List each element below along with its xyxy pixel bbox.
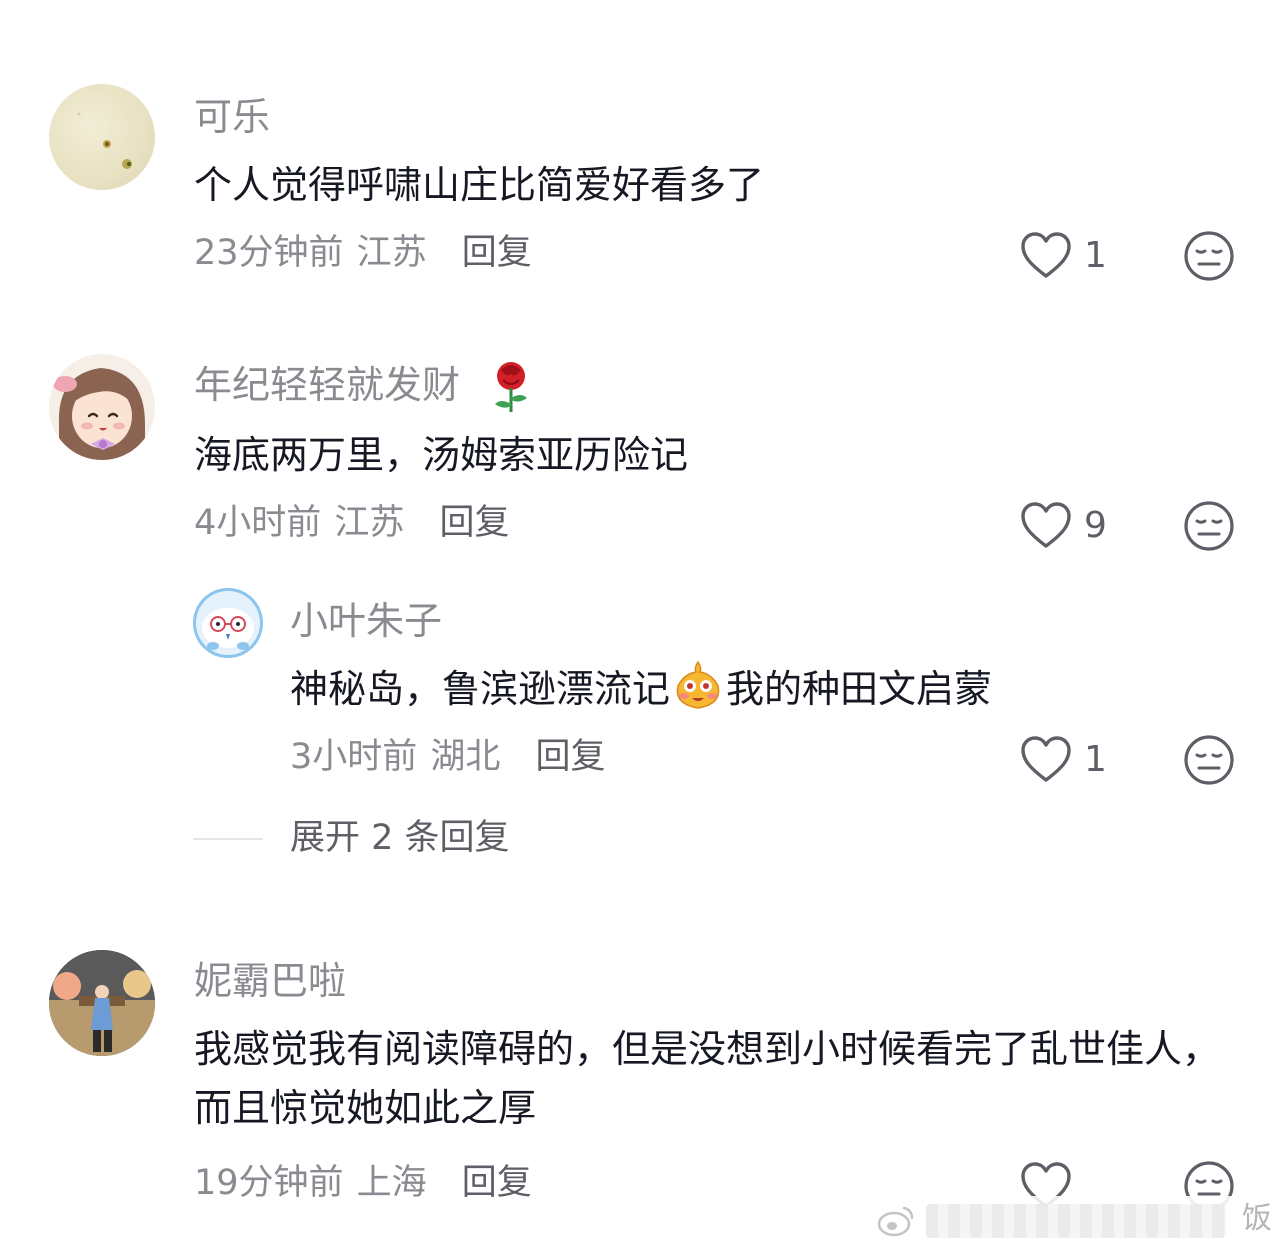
neutral-face-icon[interactable] xyxy=(1183,500,1235,552)
reply-button[interactable]: 回复 xyxy=(439,503,509,543)
weibo-logo-icon xyxy=(877,1206,914,1237)
reply-text-end: 我的种田文启蒙 xyxy=(726,667,993,711)
comment-meta: 23分钟前 江苏 回复 xyxy=(194,236,532,271)
like-count: 1 xyxy=(1084,739,1107,780)
comment-meta: 19分钟前 上海 回复 xyxy=(194,1166,532,1201)
reply-username[interactable]: 小叶朱子 xyxy=(290,602,442,640)
comment-text: 我感觉我有阅读障碍的，但是没想到小时候看完了乱世佳人，而且惊觉她如此之厚 xyxy=(194,1027,1221,1130)
neutral-face-icon[interactable] xyxy=(1183,230,1235,282)
avatar[interactable] xyxy=(49,950,155,1056)
reply-text: 神秘岛，鲁滨逊漂流记 我的种田文启蒙 xyxy=(290,660,1240,719)
comment-location: 江苏 xyxy=(334,503,405,543)
comment-username[interactable]: 妮霸巴啦 xyxy=(194,962,346,1000)
comment-text: 个人觉得呼啸山庄比简爱好看多了 xyxy=(194,163,765,207)
comment-username[interactable]: 年纪轻轻就发财 xyxy=(194,363,460,407)
reply-avatar[interactable] xyxy=(193,588,263,658)
rose-icon xyxy=(495,362,527,412)
comment-username[interactable]: 可乐 xyxy=(194,98,270,136)
reply-button[interactable]: 回复 xyxy=(462,1163,532,1203)
comment-time: 23分钟前 xyxy=(194,233,344,273)
avatar-image xyxy=(202,608,254,650)
comment-text: 海底两万里，汤姆索亚历险记 xyxy=(194,433,689,477)
like-count: 9 xyxy=(1084,505,1107,546)
neutral-face-icon[interactable] xyxy=(1183,734,1235,786)
reply-text-start: 神秘岛，鲁滨逊漂流记 xyxy=(290,667,671,711)
like-count: 1 xyxy=(1084,235,1107,276)
watermark-text: 饭 xyxy=(1242,1201,1272,1236)
expand-replies-button[interactable]: 展开 2 条回复 xyxy=(290,821,510,856)
comment-meta: 4小时前 江苏 回复 xyxy=(194,506,510,541)
reply-button[interactable]: 回复 xyxy=(535,737,605,777)
heart-outline-icon xyxy=(1021,736,1071,782)
reply-time: 3小时前 xyxy=(290,737,418,777)
watermark: 饭 xyxy=(870,1196,1284,1246)
expand-divider xyxy=(193,838,263,840)
reply-meta: 3小时前 湖北 回复 xyxy=(290,740,606,775)
avatar-image xyxy=(77,112,132,169)
avatar-image xyxy=(53,368,146,460)
reply-location: 湖北 xyxy=(430,737,501,777)
like-button[interactable]: 1 xyxy=(1020,230,1120,282)
blushing-emoji-icon xyxy=(676,660,720,709)
reply-button[interactable]: 回复 xyxy=(462,233,532,273)
watermark-blur xyxy=(926,1204,1226,1238)
avatar[interactable] xyxy=(49,84,155,190)
like-button[interactable]: 1 xyxy=(1020,734,1120,786)
like-button[interactable]: 9 xyxy=(1020,500,1120,552)
heart-outline-icon xyxy=(1021,502,1071,548)
comment-time: 19分钟前 xyxy=(194,1163,344,1203)
comment-location: 上海 xyxy=(356,1163,427,1203)
avatar[interactable] xyxy=(49,354,155,460)
comment-time: 4小时前 xyxy=(194,503,322,543)
comment-username-row: 年纪轻轻就发财 xyxy=(194,362,527,412)
comment-location: 江苏 xyxy=(356,233,427,273)
avatar-image xyxy=(49,950,155,1056)
heart-outline-icon xyxy=(1021,232,1071,278)
